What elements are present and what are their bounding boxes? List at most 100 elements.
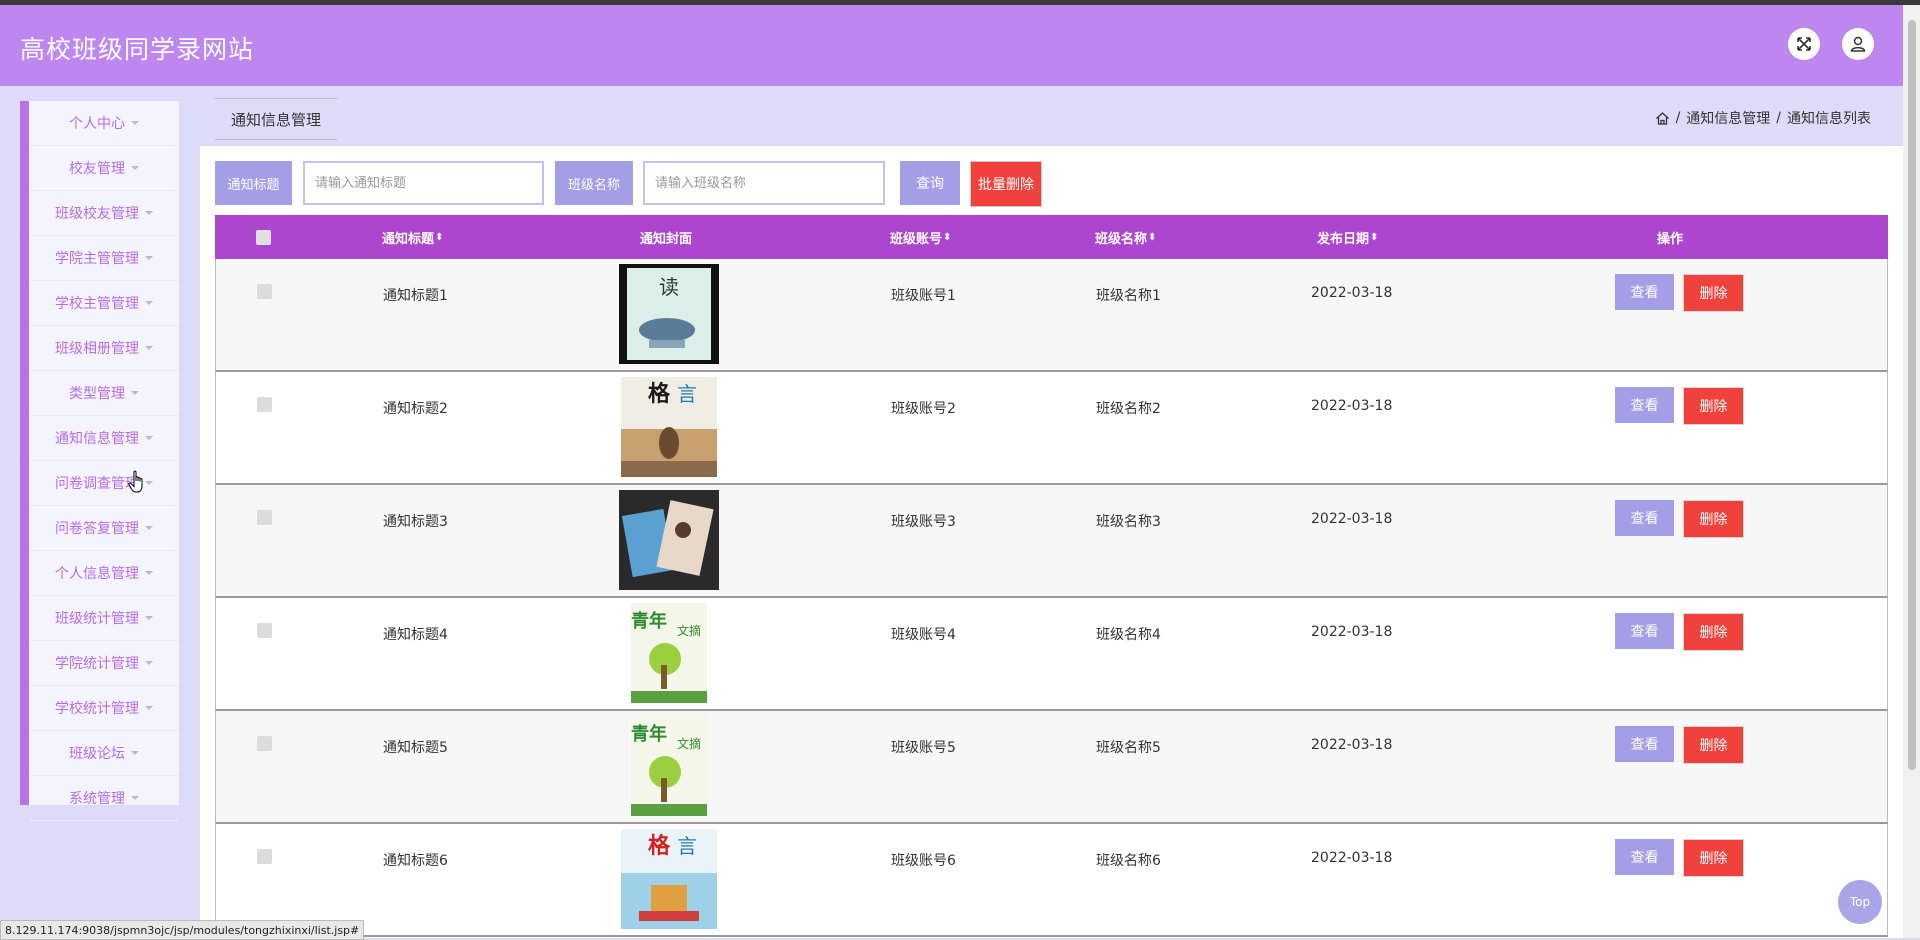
caret-down-icon xyxy=(145,616,153,620)
notice-title-cell: 通知标题4 xyxy=(383,627,448,643)
class-name-cell: 班级名称2 xyxy=(1096,401,1161,417)
sidebar-item-alumni[interactable]: 校友管理 xyxy=(29,146,179,191)
sidebar-item-survey[interactable]: 问卷调查管理 xyxy=(29,461,179,506)
class-account-cell: 班级账号2 xyxy=(891,401,956,417)
table-row: 通知标题4 青年 文摘 班级账号4 班级名称4 2022-03-18 查看 删除 xyxy=(215,598,1888,711)
caret-down-icon xyxy=(131,121,139,125)
breadcrumb-notice-management[interactable]: 通知信息管理 xyxy=(1686,108,1770,128)
delete-button[interactable]: 删除 xyxy=(1683,613,1744,651)
expand-icon xyxy=(1797,37,1811,51)
delete-button[interactable]: 删除 xyxy=(1683,500,1744,538)
column-header-account[interactable]: 班级账号 ⬍ xyxy=(890,215,951,259)
sidebar-item-type[interactable]: 类型管理 xyxy=(29,371,179,416)
class-name-cell: 班级名称4 xyxy=(1096,627,1161,643)
delete-button[interactable]: 删除 xyxy=(1683,839,1744,877)
magazine-cover-image: 读 xyxy=(619,264,719,364)
magazine-cover-image: 青年 文摘 xyxy=(631,603,707,703)
class-account-cell: 班级账号3 xyxy=(891,514,956,530)
status-bar-url: 8.129.11.174:9038/jspmn3ojc/jsp/modules/… xyxy=(0,920,365,940)
caret-down-icon xyxy=(145,661,153,665)
sidebar-item-notice[interactable]: 通知信息管理 xyxy=(29,416,179,461)
publish-date-cell: 2022-03-18 xyxy=(1311,285,1393,301)
tab-notice-management[interactable]: 通知信息管理 xyxy=(215,98,338,140)
sidebar-item-school-stats[interactable]: 学校统计管理 xyxy=(29,686,179,731)
magazine-cover-image: 格 言 xyxy=(621,377,717,477)
batch-delete-button[interactable]: 批量删除 xyxy=(970,161,1042,207)
sort-icon[interactable]: ⬍ xyxy=(1370,232,1378,243)
user-button[interactable] xyxy=(1842,28,1874,60)
notice-title-cell: 通知标题5 xyxy=(383,740,448,756)
breadcrumb-notice-list: 通知信息列表 xyxy=(1787,111,1871,127)
magazine-cover-image: 格 言 xyxy=(621,829,717,929)
view-button[interactable]: 查看 xyxy=(1615,274,1674,310)
class-name-label: 班级名称 xyxy=(555,161,633,205)
sidebar-item-personal-info[interactable]: 个人信息管理 xyxy=(29,551,179,596)
column-header-title[interactable]: 通知标题 ⬍ xyxy=(382,215,443,259)
breadcrumb: / 通知信息管理 / 通知信息列表 xyxy=(1655,108,1871,128)
view-button[interactable]: 查看 xyxy=(1615,500,1674,536)
delete-button[interactable]: 删除 xyxy=(1683,274,1744,312)
home-icon[interactable] xyxy=(1655,111,1670,126)
main-content: 通知标题 班级名称 查询 批量删除 通知标题⬍ 通知封面 班级账号⬍ 班级名称⬍… xyxy=(200,146,1903,938)
back-to-top-button[interactable]: Top xyxy=(1838,880,1882,924)
sidebar: 个人中心 校友管理 班级校友管理 学院主管管理 学校主管管理 班级相册管理 类型… xyxy=(20,101,179,821)
sidebar-item-survey-reply[interactable]: 问卷答复管理 xyxy=(29,506,179,551)
svg-text:格: 格 xyxy=(648,833,671,859)
sidebar-item-class-album[interactable]: 班级相册管理 xyxy=(29,326,179,371)
row-checkbox[interactable] xyxy=(257,397,272,412)
table-row: 通知标题6 格 言 班级账号6 班级名称6 2022-03-18 查看 删除 xyxy=(215,824,1888,937)
sidebar-item-class-forum[interactable]: 班级论坛 xyxy=(29,731,179,776)
query-button[interactable]: 查询 xyxy=(900,161,960,205)
view-button[interactable]: 查看 xyxy=(1615,613,1674,649)
sort-icon[interactable]: ⬍ xyxy=(435,232,443,243)
caret-down-icon xyxy=(131,796,139,800)
caret-down-icon xyxy=(145,526,153,530)
class-account-cell: 班级账号1 xyxy=(891,288,956,304)
row-checkbox[interactable] xyxy=(257,284,272,299)
sort-icon[interactable]: ⬍ xyxy=(1148,232,1156,243)
table-row: 通知标题5 青年 文摘 班级账号5 班级名称5 2022-03-18 查看 删除 xyxy=(215,711,1888,824)
magazine-cover-image xyxy=(619,490,719,590)
sidebar-item-class-alumni[interactable]: 班级校友管理 xyxy=(29,191,179,236)
row-checkbox[interactable] xyxy=(257,849,272,864)
sort-icon[interactable]: ⬍ xyxy=(943,232,951,243)
scrollbar-thumb[interactable] xyxy=(1908,20,1916,770)
table-row: 通知标题1 读 班级账号1 班级名称1 2022-03-18 查看 删除 xyxy=(215,259,1888,372)
svg-text:青年: 青年 xyxy=(631,610,667,632)
svg-text:言: 言 xyxy=(677,834,697,858)
select-all-checkbox[interactable] xyxy=(256,230,271,245)
view-button[interactable]: 查看 xyxy=(1615,839,1674,875)
user-icon xyxy=(1850,36,1866,52)
caret-down-icon xyxy=(145,346,153,350)
delete-button[interactable]: 删除 xyxy=(1683,726,1744,764)
column-header-date[interactable]: 发布日期 ⬍ xyxy=(1317,215,1378,259)
row-checkbox[interactable] xyxy=(257,623,272,638)
caret-down-icon xyxy=(145,256,153,260)
table-row: 通知标题3 班级账号3 班级名称3 2022-03-18 查看 删除 xyxy=(215,485,1888,598)
notice-title-cell: 通知标题2 xyxy=(383,401,448,417)
publish-date-cell: 2022-03-18 xyxy=(1311,737,1393,753)
sidebar-item-personal-center[interactable]: 个人中心 xyxy=(29,101,179,146)
caret-down-icon xyxy=(131,166,139,170)
view-button[interactable]: 查看 xyxy=(1615,726,1674,762)
row-checkbox[interactable] xyxy=(257,510,272,525)
notice-title-input[interactable] xyxy=(303,161,544,205)
row-checkbox[interactable] xyxy=(257,736,272,751)
fullscreen-button[interactable] xyxy=(1788,28,1820,60)
svg-text:文摘: 文摘 xyxy=(677,736,701,751)
sidebar-item-college-stats[interactable]: 学院统计管理 xyxy=(29,641,179,686)
sidebar-item-college-admin[interactable]: 学院主管管理 xyxy=(29,236,179,281)
delete-button[interactable]: 删除 xyxy=(1683,387,1744,425)
class-name-input[interactable] xyxy=(643,161,885,205)
column-header-actions: 操作 xyxy=(1657,231,1684,247)
sidebar-item-class-stats[interactable]: 班级统计管理 xyxy=(29,596,179,641)
notice-title-label: 通知标题 xyxy=(215,161,292,205)
column-header-cover: 通知封面 xyxy=(640,231,693,247)
sidebar-item-system[interactable]: 系统管理 xyxy=(29,776,179,821)
class-account-cell: 班级账号5 xyxy=(891,740,956,756)
view-button[interactable]: 查看 xyxy=(1615,387,1674,423)
column-header-class-name[interactable]: 班级名称 ⬍ xyxy=(1095,215,1156,259)
caret-down-icon xyxy=(145,706,153,710)
sidebar-item-school-admin[interactable]: 学校主管管理 xyxy=(29,281,179,326)
caret-down-icon xyxy=(131,391,139,395)
